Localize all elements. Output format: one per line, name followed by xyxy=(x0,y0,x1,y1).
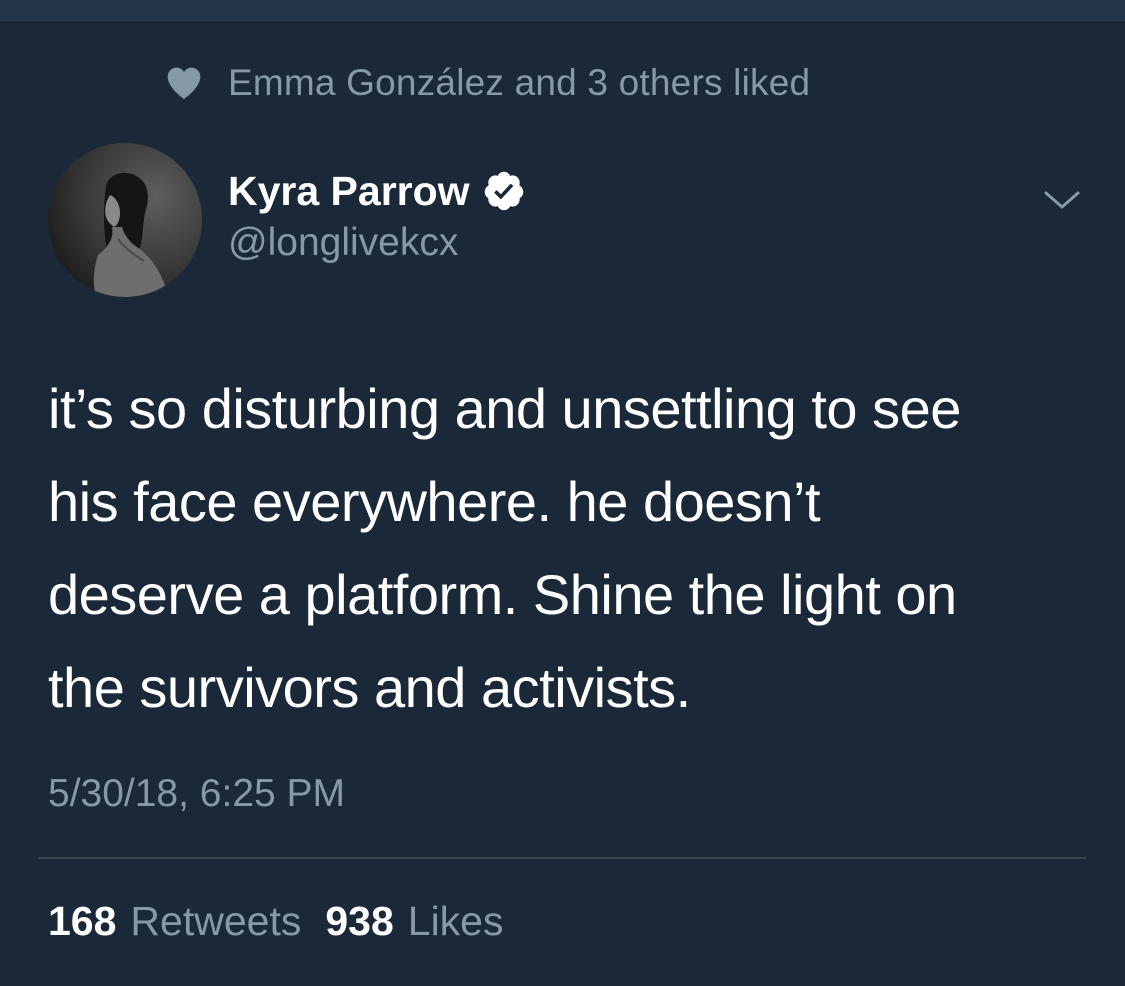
avatar[interactable] xyxy=(48,143,202,297)
social-context[interactable]: Emma González and 3 others liked xyxy=(164,60,810,106)
likes-count: 938 xyxy=(325,898,394,944)
tweet-stats: 168 Retweets 938 Likes xyxy=(48,898,527,945)
tweet-timestamp[interactable]: 5/30/18, 6:25 PM xyxy=(48,772,345,816)
verified-badge-icon xyxy=(482,169,526,213)
display-name[interactable]: Kyra Parrow xyxy=(228,168,470,215)
social-context-text: Emma González and 3 others liked xyxy=(228,62,811,103)
likes-label: Likes xyxy=(407,898,504,944)
tweet-text-line: his face everywhere. he doesn’t xyxy=(48,470,821,533)
likes-stat[interactable]: 938 Likes xyxy=(325,898,503,945)
tweet-text: it’s so disturbing and unsettling to see… xyxy=(48,362,1088,734)
more-options-chevron-down-icon[interactable] xyxy=(1040,185,1084,215)
tweet-text-line: deserve a platform. Shine the light on xyxy=(48,563,957,626)
retweets-count: 168 xyxy=(48,898,117,944)
tweet-author[interactable]: Kyra Parrow @longlivekcx xyxy=(228,165,526,265)
heart-icon xyxy=(164,63,204,103)
handle[interactable]: @longlivekcx xyxy=(228,221,526,265)
tweet-text-line: the survivors and activists. xyxy=(48,656,691,719)
retweets-stat[interactable]: 168 Retweets xyxy=(48,898,301,945)
tweet-text-line: it’s so disturbing and unsettling to see xyxy=(48,377,961,440)
retweets-label: Retweets xyxy=(130,898,302,944)
top-bar xyxy=(0,0,1125,23)
divider xyxy=(38,857,1086,859)
